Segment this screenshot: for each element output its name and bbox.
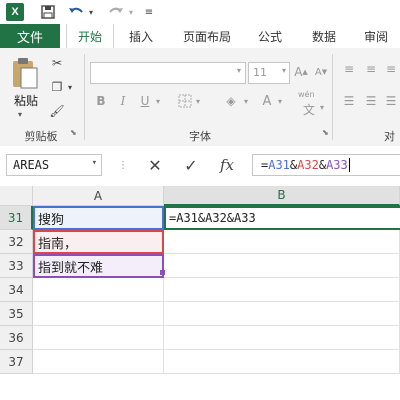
fill-color-icon[interactable]: ◈ [222, 92, 240, 110]
font-name-select[interactable]: ▾ [90, 62, 246, 84]
copy-icon[interactable]: ❐ [48, 78, 66, 96]
cell-a36[interactable] [33, 326, 164, 350]
underline-icon[interactable]: U [136, 92, 154, 110]
clipboard-launcher-icon[interactable]: ⬊ [70, 128, 77, 137]
customize-icon[interactable]: ≡ [143, 2, 155, 22]
cell-a37[interactable] [33, 350, 164, 374]
group-separator [84, 54, 85, 140]
font-size-select[interactable]: 11 ▾ [248, 62, 290, 84]
chevron-down-icon: ▾ [236, 66, 241, 75]
paste-dropdown-icon[interactable]: ▾ [18, 110, 22, 119]
select-all-corner[interactable] [0, 186, 33, 206]
cell-b36[interactable] [164, 326, 400, 350]
phonetic-guide-icon[interactable]: 文 [300, 100, 318, 118]
font-color-icon[interactable]: A [258, 92, 276, 110]
tab-formulas[interactable]: 公式 [250, 24, 290, 48]
formula-text: =A31&A32&A33 [261, 158, 348, 172]
font-group-label: 字体 [189, 130, 211, 143]
formula-input[interactable]: =A31&A32&A33 [252, 154, 400, 176]
paste-label[interactable]: 粘贴 [8, 92, 44, 109]
fill-color-dropdown-icon[interactable]: ▾ [242, 92, 250, 110]
tab-data[interactable]: 数据 [302, 24, 346, 48]
cell-b37[interactable] [164, 350, 400, 374]
cell-a31[interactable]: 搜狗 [33, 206, 164, 230]
formula-bar-grip-icon: ⋮ [118, 160, 128, 171]
quick-access-toolbar: X ▾ ▾ ≡ [0, 0, 400, 24]
bottom-align-icon[interactable]: ≡ [382, 60, 400, 78]
tab-file[interactable]: 文件 [0, 24, 60, 48]
row-header-31[interactable]: 31 [0, 206, 33, 230]
cell-a34[interactable] [33, 278, 164, 302]
redo-dropdown-icon[interactable]: ▾ [126, 2, 136, 22]
bold-icon[interactable]: B [92, 92, 110, 110]
align-right-icon[interactable]: ☰ [382, 92, 400, 110]
row-header-37[interactable]: 37 [0, 350, 33, 374]
copy-dropdown-icon[interactable]: ▾ [66, 78, 74, 96]
top-align-icon[interactable]: ≡ [340, 60, 358, 78]
name-box-value: AREAS [13, 158, 50, 172]
underline-dropdown-icon[interactable]: ▾ [154, 92, 162, 110]
grow-font-icon[interactable]: A ▲ [292, 63, 310, 81]
ribbon-tabs: 文件 开始 插入 页面布局 公式 数据 审阅 [0, 24, 400, 49]
tab-home[interactable]: 开始 [66, 24, 114, 49]
cell-a35[interactable] [33, 302, 164, 326]
font-color-dropdown-icon[interactable]: ▾ [276, 92, 284, 110]
font-launcher-icon[interactable]: ⬊ [322, 128, 329, 137]
align-left-icon[interactable]: ☰ [340, 92, 358, 110]
cell-a32[interactable]: 指南， [33, 230, 164, 254]
row-header-36[interactable]: 36 [0, 326, 33, 350]
phonetic-dropdown-icon[interactable]: ▾ [318, 98, 326, 116]
cell-b31[interactable]: =A31&A32&A33 [164, 206, 400, 230]
redo-icon[interactable] [106, 2, 126, 22]
cut-icon[interactable]: ✂ [48, 54, 66, 72]
row-header-32[interactable]: 32 [0, 230, 33, 254]
cell-b35[interactable] [164, 302, 400, 326]
row-header-34[interactable]: 34 [0, 278, 33, 302]
undo-dropdown-icon[interactable]: ▾ [86, 2, 96, 22]
paste-icon[interactable] [10, 56, 40, 92]
tab-review[interactable]: 审阅 [354, 24, 398, 48]
text-cursor [348, 158, 350, 172]
tab-page-layout[interactable]: 页面布局 [172, 24, 242, 48]
enter-icon[interactable]: ✓ [176, 154, 206, 176]
cell-b34[interactable] [164, 278, 400, 302]
cell-a33[interactable]: 指到就不难 [33, 254, 164, 278]
insert-function-icon[interactable]: fx [212, 154, 242, 176]
row-header-33[interactable]: 33 [0, 254, 33, 278]
format-painter-icon[interactable]: 🖌 [48, 102, 66, 120]
ribbon: 粘贴 ▾ ✂ ❐ ▾ 🖌 剪贴板 ⬊ ▾ 11 ▾ A ▲ A ▼ B I U ▾ … [0, 48, 400, 147]
save-icon[interactable] [38, 2, 58, 22]
borders-icon[interactable] [176, 92, 194, 110]
cell-b32[interactable] [164, 230, 400, 254]
alignment-group-label: 对 [384, 130, 395, 143]
chevron-down-icon: ▾ [91, 158, 97, 168]
italic-icon[interactable]: I [114, 92, 132, 110]
phonetic-guide-label[interactable]: wén [298, 90, 315, 99]
middle-align-icon[interactable]: ≡ [362, 60, 380, 78]
cancel-icon[interactable]: ✕ [140, 154, 170, 176]
name-box[interactable]: AREAS ▾ [6, 154, 102, 176]
formula-bar: AREAS ▾ ⋮ ✕ ✓ fx =A31&A32&A33 [0, 146, 400, 187]
borders-dropdown-icon[interactable]: ▾ [194, 92, 202, 110]
font-size-value: 11 [253, 66, 267, 79]
undo-icon[interactable] [66, 2, 86, 22]
column-header-b[interactable]: B [164, 186, 400, 206]
column-header-a[interactable]: A [33, 186, 164, 206]
cell-b33[interactable] [164, 254, 400, 278]
worksheet-grid[interactable]: A B 31 32 33 34 35 36 37 搜狗 指南， 指到就不难 =A… [0, 186, 400, 400]
align-center-icon[interactable]: ☰ [362, 92, 380, 110]
row-header-35[interactable]: 35 [0, 302, 33, 326]
chevron-down-icon: ▾ [281, 66, 286, 75]
clipboard-group-label: 剪贴板 [24, 130, 58, 143]
excel-logo-icon: X [6, 3, 24, 21]
tab-insert[interactable]: 插入 [120, 24, 162, 48]
shrink-font-icon[interactable]: A ▼ [312, 63, 330, 81]
group-separator [332, 54, 333, 140]
